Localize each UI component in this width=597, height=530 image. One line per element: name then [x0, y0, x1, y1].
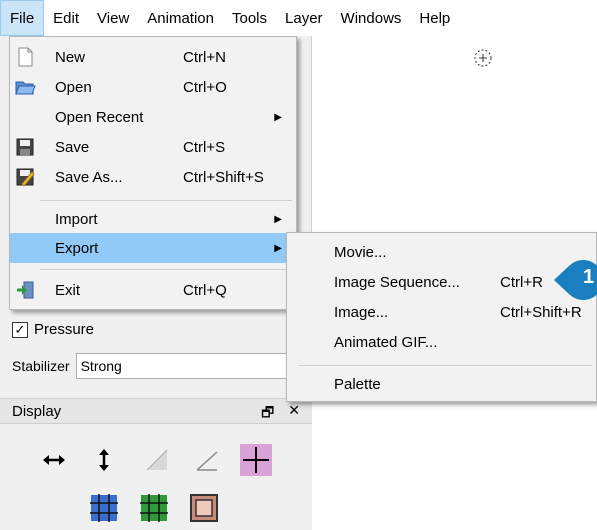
file-menu: New Ctrl+N Open Ctrl+O Open Recent ▶ Sav…	[9, 36, 297, 310]
file-menu-export[interactable]: Export ▶	[10, 233, 296, 263]
file-menu-open-recent[interactable]: Open Recent ▶	[10, 102, 296, 132]
submenu-arrow-icon: ▶	[274, 111, 282, 123]
new-file-icon	[18, 47, 33, 67]
menu-edit[interactable]: Edit	[44, 0, 88, 36]
stabilizer-option: Stabilizer Strong	[12, 353, 291, 379]
pressure-option: ✓ Pressure	[12, 321, 94, 338]
export-menu-movie[interactable]: Movie...	[287, 237, 596, 267]
overlay-perspective-icon[interactable]	[193, 446, 221, 474]
overlay-center-icon[interactable]	[143, 446, 171, 474]
export-menu-animated-gif[interactable]: Animated GIF...	[287, 327, 596, 357]
display-panel-header: Display 🗗 ✕	[0, 398, 312, 424]
menu-animation[interactable]: Animation	[138, 0, 223, 36]
close-panel-icon[interactable]: ✕	[288, 402, 300, 426]
submenu-arrow-icon: ▶	[274, 213, 282, 225]
open-folder-icon	[15, 81, 36, 95]
pressure-label: Pressure	[34, 321, 95, 338]
export-menu-image[interactable]: Image... Ctrl+Shift+R	[287, 297, 596, 327]
export-submenu: Movie... Image Sequence... Ctrl+R Image.…	[286, 232, 597, 402]
save-as-icon	[16, 168, 35, 187]
file-menu-save[interactable]: Save Ctrl+S	[10, 132, 296, 162]
menu-tools[interactable]: Tools	[223, 0, 276, 36]
menu-file[interactable]: File	[0, 0, 45, 36]
grid-blue-icon[interactable]	[90, 494, 118, 522]
export-menu-palette[interactable]: Palette	[287, 369, 596, 399]
display-panel	[0, 424, 312, 530]
file-menu-new[interactable]: New Ctrl+N	[10, 42, 296, 72]
vertical-flip-icon[interactable]	[90, 446, 118, 474]
stabilizer-label: Stabilizer	[12, 358, 70, 374]
menu-separator	[40, 200, 292, 201]
frame-safe-area-icon[interactable]	[190, 494, 218, 522]
pressure-checkbox[interactable]: ✓	[12, 321, 28, 338]
menubar: File Edit View Animation Tools Layer Win…	[0, 0, 597, 36]
exit-icon	[17, 281, 34, 299]
menu-separator	[299, 365, 592, 366]
float-panel-icon[interactable]: 🗗	[261, 402, 274, 426]
save-icon	[16, 138, 34, 156]
file-menu-exit[interactable]: Exit Ctrl+Q	[10, 275, 296, 305]
submenu-arrow-icon: ▶	[274, 242, 282, 254]
menu-help[interactable]: Help	[410, 0, 459, 36]
menu-layer[interactable]: Layer	[276, 0, 332, 36]
horizontal-flip-icon[interactable]	[40, 446, 68, 474]
grid-green-icon[interactable]	[140, 494, 168, 522]
menu-separator	[40, 269, 292, 270]
file-menu-import[interactable]: Import ▶	[10, 204, 296, 234]
export-menu-image-sequence[interactable]: Image Sequence... Ctrl+R	[287, 267, 596, 297]
stabilizer-value: Strong	[80, 358, 122, 374]
overlay-grid-icon[interactable]	[240, 444, 272, 476]
file-menu-save-as[interactable]: Save As... Ctrl+Shift+S	[10, 162, 296, 192]
step-callout-number: 1	[583, 266, 595, 288]
menu-windows[interactable]: Windows	[332, 0, 411, 36]
file-menu-open[interactable]: Open Ctrl+O	[10, 72, 296, 102]
stabilizer-select[interactable]: Strong	[75, 353, 291, 379]
crosshair-cursor-icon	[474, 49, 492, 67]
menu-view[interactable]: View	[88, 0, 138, 36]
display-panel-title: Display	[12, 402, 62, 420]
